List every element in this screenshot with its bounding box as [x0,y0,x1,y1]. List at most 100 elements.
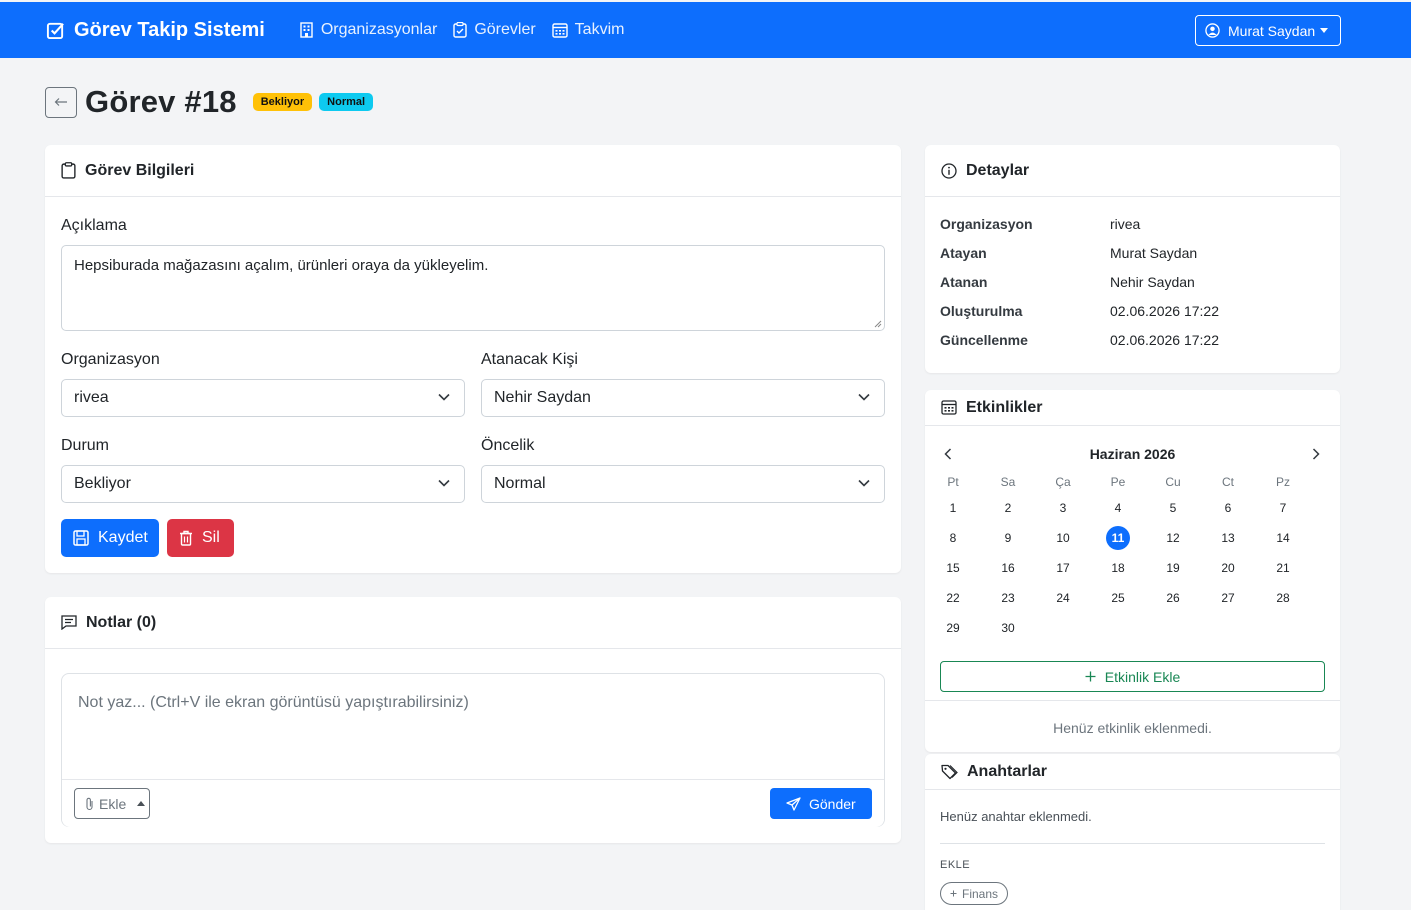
priority-label: Öncelik [481,437,535,454]
chevron-down-icon [858,479,870,487]
navbar: Görev Takip Sistemi Organizasyonlar Göre… [0,2,1411,58]
user-menu-button[interactable]: Murat Saydan [1195,15,1341,46]
calendar-day[interactable]: 24 [1051,586,1075,610]
calendar-weekday: Ça [1055,475,1071,489]
note-input[interactable]: Not yaz... (Ctrl+V ile ekran görüntüsü y… [61,673,885,827]
calendar-day[interactable]: 8 [941,526,965,550]
plus-icon [950,890,957,897]
nav-organizations[interactable]: Organizasyonlar [299,21,437,39]
calendar-day[interactable]: 4 [1106,496,1130,520]
attach-label: Ekle [99,795,127,812]
attach-button[interactable]: Ekle [74,788,150,819]
add-event-label: Etkinlik Ekle [1104,668,1181,685]
detail-key: Atanan [940,274,988,290]
calendar-icon [941,400,957,415]
notes-card: Notlar (0) Not yaz... (Ctrl+V ile ekran … [45,597,901,843]
note-placeholder: Not yaz... (Ctrl+V ile ekran görüntüsü y… [78,694,469,711]
brand[interactable]: Görev Takip Sistemi [46,19,265,42]
calendar-day[interactable]: 3 [1051,496,1075,520]
description-textarea[interactable]: Hepsiburada mağazasını açalım, ürünleri … [61,245,885,331]
chevron-down-icon [858,393,870,401]
detail-key: Atayan [940,245,987,261]
save-button[interactable]: Kaydet [61,519,159,557]
task-info-card: Görev Bilgileri Açıklama Hepsiburada mağ… [45,145,901,573]
task-info-title: Görev Bilgileri [85,161,195,179]
assignee-label: Atanacak Kişi [481,351,578,368]
priority-select[interactable]: Normal [481,465,885,503]
calendar-day[interactable]: 30 [996,616,1020,640]
divider [940,843,1325,844]
calendar-day[interactable]: 20 [1216,556,1240,580]
priority-value: Normal [494,475,546,492]
calendar-day[interactable]: 5 [1161,496,1185,520]
details-title: Detaylar [966,161,1030,179]
calendar-day[interactable]: 2 [996,496,1020,520]
resize-grip-icon[interactable] [874,320,882,328]
assignee-select[interactable]: Nehir Saydan [481,379,885,417]
status-select[interactable]: Bekliyor [61,465,465,503]
detail-value: 02.06.2026 17:22 [1110,303,1219,319]
calendar-day[interactable]: 26 [1161,586,1185,610]
calendar-day-today[interactable]: 11 [1106,526,1130,550]
trash-icon [179,530,193,546]
page-header: Görev #18 Bekliyor Normal [45,84,380,120]
user-name: Murat Saydan [1228,22,1316,39]
calendar-day[interactable]: 14 [1271,526,1295,550]
delete-label: Sil [202,529,220,546]
priority-badge: Normal [319,93,374,111]
events-empty-text: Henüz etkinlik eklenmedi. [1053,720,1212,736]
calendar-day[interactable]: 16 [996,556,1020,580]
clipboard-check-icon [453,22,468,38]
calendar-day[interactable]: 18 [1106,556,1130,580]
events-card: Etkinlikler Haziran 2026 Pt Sa Ça Pe Cu Ct Pz 1… [925,390,1340,752]
detail-value: rivea [1110,216,1141,232]
clipboard-icon [61,162,76,179]
add-event-button[interactable]: Etkinlik Ekle [940,661,1325,692]
calendar-weekday: Sa [1000,475,1016,489]
check-square-icon [46,21,65,40]
calendar-day[interactable]: 21 [1271,556,1295,580]
organization-select[interactable]: rivea [61,379,465,417]
chevron-down-icon [438,479,450,487]
calendar-day[interactable]: 19 [1161,556,1185,580]
assignee-value: Nehir Saydan [494,389,591,406]
send-button[interactable]: Gönder [770,788,872,819]
calendar-day[interactable]: 1 [941,496,965,520]
chevron-right-icon[interactable] [1312,448,1320,460]
calendar-day[interactable]: 15 [941,556,965,580]
save-label: Kaydet [98,529,148,546]
nav-calendar-label: Takvim [574,21,625,38]
organization-label: Organizasyon [61,351,160,368]
calendar-day[interactable]: 29 [941,616,965,640]
calendar-day[interactable]: 25 [1106,586,1130,610]
calendar-day[interactable]: 9 [996,526,1020,550]
detail-key: Oluşturulma [940,303,1023,319]
calendar-weekday: Ct [1222,475,1234,489]
details-header: Detaylar [925,145,1340,197]
divider [925,700,1340,701]
calendar-day[interactable]: 28 [1271,586,1295,610]
nav-tasks[interactable]: Görevler [453,21,536,39]
events-title: Etkinlikler [966,398,1043,416]
calendar-day[interactable]: 7 [1271,496,1295,520]
calendar-day[interactable]: 22 [941,586,965,610]
calendar-weekday: Pe [1110,475,1126,489]
calendar-day[interactable]: 10 [1051,526,1075,550]
calendar-weekday: Pz [1275,475,1290,489]
organization-value: rivea [74,389,109,406]
note-toolbar: Ekle Gönder [62,779,884,827]
calendar-day[interactable]: 23 [996,586,1020,610]
paperclip-icon [85,797,94,811]
calendar-day[interactable]: 17 [1051,556,1075,580]
calendar-day[interactable]: 13 [1216,526,1240,550]
calendar-icon [551,22,568,38]
back-button[interactable] [45,86,77,118]
calendar-day[interactable]: 27 [1216,586,1240,610]
keyword-suggestion[interactable]: Finans [940,882,1009,905]
building-icon [299,22,314,38]
calendar-day[interactable]: 6 [1216,496,1240,520]
keywords-empty-text: Henüz anahtar eklenmedi. [940,809,1092,824]
delete-button[interactable]: Sil [167,519,234,557]
calendar-day[interactable]: 12 [1161,526,1185,550]
nav-calendar[interactable]: Takvim [551,21,625,39]
